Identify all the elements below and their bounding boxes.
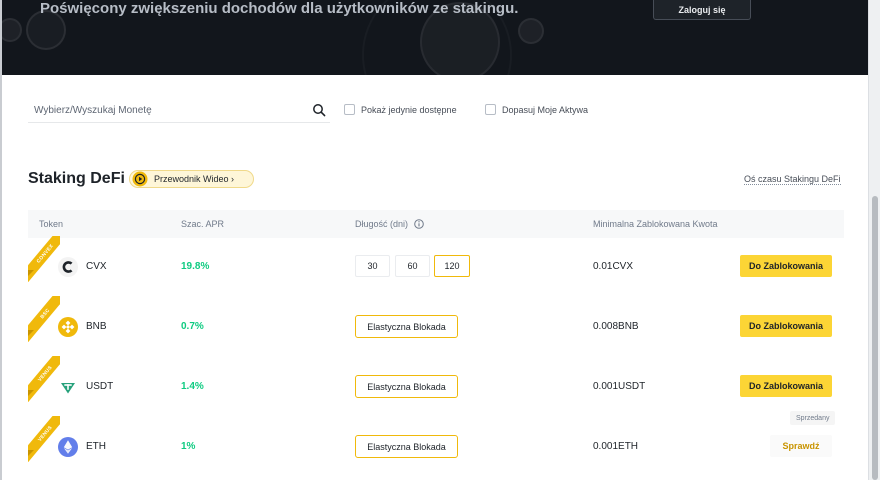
header-min-amount: Minimalna Zablokowana Kwota <box>593 219 718 229</box>
duration-option-30[interactable]: 30 <box>355 255 390 277</box>
hero-banner: Poświęcony zwiększeniu dochodów dla użyt… <box>2 0 868 75</box>
video-guide-label: Przewodnik Wideo › <box>154 174 235 184</box>
stake-button[interactable]: Do Zablokowania <box>740 255 832 277</box>
table-row: CONVEX CVX 19.8% 30 60 120 0.01CVX Do Za… <box>28 236 844 298</box>
min-amount: 0.008BNB <box>593 321 639 332</box>
token-symbol: ETH <box>86 441 106 452</box>
ribbon-label: BSC <box>39 307 51 320</box>
ribbon-label: VENUS <box>36 364 54 383</box>
min-amount: 0.001ETH <box>593 441 639 452</box>
header-duration: Długość (dni) <box>355 219 424 229</box>
min-amount: 0.001USDT <box>593 381 646 392</box>
hero-decoration <box>518 18 544 44</box>
bnb-coin-icon <box>58 317 78 337</box>
checkbox-box[interactable] <box>485 104 496 115</box>
min-amount: 0.01CVX <box>593 261 634 272</box>
section-title: Staking DeFi <box>28 170 125 187</box>
token-symbol: CVX <box>86 261 107 272</box>
match-assets-checkbox[interactable]: Dopasuj Moje Aktywa <box>485 104 588 115</box>
protocol-ribbon: BSC <box>28 296 60 342</box>
protocol-ribbon: CONVEX <box>28 236 60 282</box>
flexible-lock-button[interactable]: Elastyczna Blokada <box>355 435 458 458</box>
apr-value: 1% <box>181 441 196 452</box>
staking-timeline-link[interactable]: Oś czasu Stakingu DeFi <box>744 174 841 185</box>
sold-out-badge: Sprzedany <box>790 411 836 425</box>
search-icon[interactable] <box>312 103 326 117</box>
header-token: Token <box>39 219 64 229</box>
info-icon[interactable] <box>413 219 424 229</box>
apr-value: 19.8% <box>181 261 210 272</box>
duration-option-120[interactable]: 120 <box>434 255 470 277</box>
hero-title: Poświęcony zwiększeniu dochodów dla użyt… <box>40 0 519 17</box>
login-button[interactable]: Zaloguj się <box>653 0 751 20</box>
checkbox-label: Pokaż jedynie dostępne <box>361 104 457 115</box>
ribbon-label: CONVEX <box>35 242 55 265</box>
checkbox-box[interactable] <box>344 104 355 115</box>
cvx-coin-icon <box>58 257 78 277</box>
play-icon <box>132 171 148 187</box>
table-row: VENUS ETH 1% Elastyczna Blokada 0.001ETH… <box>28 411 844 478</box>
protocol-ribbon: VENUS <box>28 356 60 402</box>
page-scrollbar[interactable] <box>868 0 880 480</box>
coin-search <box>28 98 330 123</box>
stake-button[interactable]: Do Zablokowania <box>740 315 832 337</box>
stake-button[interactable]: Do Zablokowania <box>740 375 832 397</box>
duration-option-60[interactable]: 60 <box>395 255 430 277</box>
header-duration-label: Długość (dni) <box>355 219 409 229</box>
checkbox-label: Dopasuj Moje Aktywa <box>502 104 589 115</box>
apr-value: 1.4% <box>181 381 204 392</box>
token-symbol: USDT <box>86 381 114 392</box>
token-symbol: BNB <box>86 321 107 332</box>
hero-decoration <box>2 18 22 42</box>
usdt-coin-icon <box>58 377 78 397</box>
table-row: BSC BNB 0.7% Elastyczna Blokada 0.008BNB… <box>28 296 844 358</box>
flexible-lock-button[interactable]: Elastyczna Blokada <box>355 315 458 338</box>
flexible-lock-button[interactable]: Elastyczna Blokada <box>355 375 458 398</box>
ribbon-label: VENUS <box>36 424 54 443</box>
apr-value: 0.7% <box>181 321 204 332</box>
scrollbar-thumb[interactable] <box>872 196 878 480</box>
show-available-checkbox[interactable]: Pokaż jedynie dostępne <box>344 104 457 115</box>
table-row: VENUS USDT 1.4% Elastyczna Blokada 0.001… <box>28 356 844 418</box>
header-apr: Szac. APR <box>181 219 225 229</box>
table-header: Token Szac. APR Długość (dni) Minimalna … <box>28 210 844 238</box>
check-button[interactable]: Sprawdź <box>770 435 832 457</box>
video-guide-button[interactable]: Przewodnik Wideo › <box>129 170 254 188</box>
search-input[interactable] <box>34 102 304 118</box>
eth-coin-icon <box>58 437 78 457</box>
protocol-ribbon: VENUS <box>28 416 60 462</box>
